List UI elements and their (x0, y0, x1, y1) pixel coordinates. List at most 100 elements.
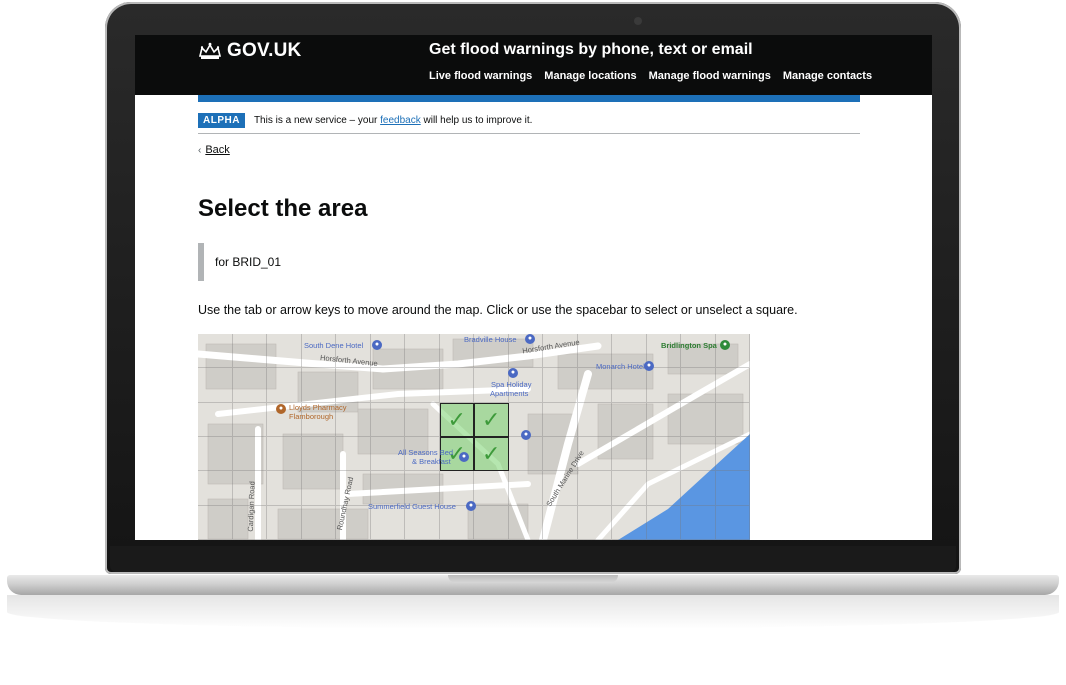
map-square[interactable] (267, 505, 302, 540)
laptop-shadow (7, 595, 1059, 629)
map-square-selected[interactable]: ✓ (474, 402, 509, 437)
map-square[interactable] (681, 402, 716, 437)
map-label-summerfield: Summerfield Guest House (368, 502, 456, 511)
map-square[interactable] (198, 368, 233, 403)
phase-text-before: This is a new service – your (253, 115, 378, 126)
map-square[interactable] (439, 368, 474, 403)
map-square[interactable] (336, 436, 371, 472)
map-square-selected[interactable]: ✓ (439, 402, 474, 437)
map-square[interactable] (681, 505, 716, 540)
map-label-all-seasons: All Seasons Bed (398, 448, 454, 457)
map-square[interactable] (198, 334, 233, 369)
map-square[interactable] (577, 368, 612, 403)
map-square[interactable] (405, 471, 440, 506)
map-square[interactable] (301, 471, 336, 506)
map-square[interactable] (681, 471, 716, 506)
map-square[interactable] (405, 334, 440, 369)
nav-manage-contacts[interactable]: Manage contacts (783, 70, 872, 82)
map-square[interactable] (577, 471, 612, 506)
hotel-icon: ● (508, 368, 518, 378)
map-square[interactable] (267, 471, 302, 506)
map-square[interactable] (232, 368, 267, 403)
map-label-flamborough: Flamborough (289, 412, 334, 421)
map-square[interactable] (508, 471, 543, 506)
map-instructions: Use the tab or arrow keys to move around… (198, 303, 798, 317)
map-square[interactable] (232, 436, 267, 472)
map-square[interactable] (646, 402, 681, 437)
map-square[interactable] (681, 436, 716, 472)
map-label-monarch-hotel: Monarch Hotel (596, 362, 645, 371)
hotel-icon: ● (644, 361, 654, 371)
phase-banner: ALPHA This is a new service – your feedb… (198, 108, 860, 134)
map-label-lloyds-pharmacy: Lloyds Pharmacy (289, 403, 347, 412)
nav-manage-flood-warnings[interactable]: Manage flood warnings (649, 70, 771, 82)
map-square[interactable] (646, 471, 681, 506)
map-square[interactable] (267, 436, 302, 472)
logo-text: GOV.UK (227, 40, 302, 61)
map-square[interactable] (715, 334, 750, 369)
map-square[interactable] (612, 368, 647, 403)
map-square[interactable] (405, 368, 440, 403)
map-label-bridlington-spa: Bridlington Spa (661, 341, 717, 350)
map-square[interactable] (301, 368, 336, 403)
map-square[interactable] (267, 368, 302, 403)
laptop-bezel (110, 546, 956, 572)
map-square[interactable] (198, 436, 233, 472)
govuk-logo[interactable]: GOV.UK (198, 40, 301, 62)
map-square[interactable] (681, 368, 716, 403)
crown-icon (198, 42, 222, 60)
map-square[interactable] (715, 505, 750, 540)
check-icon: ✓ (482, 441, 501, 467)
map-square[interactable] (646, 436, 681, 472)
service-name[interactable]: Get flood warnings by phone, text or ema… (429, 41, 753, 59)
map-square[interactable] (405, 402, 440, 437)
map-square[interactable] (232, 402, 267, 437)
map-label-apartments: Apartments (490, 389, 529, 398)
map-square[interactable] (301, 505, 336, 540)
map-square[interactable] (301, 436, 336, 472)
webcam-icon (634, 17, 642, 25)
map-square[interactable] (646, 505, 681, 540)
map-square[interactable] (370, 368, 405, 403)
laptop-base-notch (448, 575, 618, 583)
nav-live-flood-warnings[interactable]: Live flood warnings (429, 70, 532, 82)
map-square[interactable] (267, 334, 302, 369)
map-square[interactable] (508, 505, 543, 540)
map-square-selected[interactable]: ✓ (474, 436, 509, 472)
map-square[interactable] (577, 402, 612, 437)
check-icon: ✓ (447, 406, 466, 432)
map-square[interactable] (474, 471, 509, 506)
map-square[interactable] (681, 334, 716, 369)
venue-icon: ● (720, 340, 730, 350)
map-square[interactable] (612, 436, 647, 472)
map-square[interactable] (612, 505, 647, 540)
map-square[interactable] (715, 436, 750, 472)
map-square[interactable] (370, 402, 405, 437)
map-square[interactable] (543, 505, 578, 540)
inset-text: for BRID_01 (198, 243, 281, 281)
area-selection-map[interactable]: ✓ ✓ ✓ ✓ Bradville House ● South Dene Hot… (198, 334, 750, 540)
map-square[interactable] (646, 368, 681, 403)
map-square[interactable] (370, 471, 405, 506)
map-square[interactable] (508, 436, 543, 472)
hotel-icon: ● (372, 340, 382, 350)
map-square[interactable] (198, 505, 233, 540)
map-square[interactable] (474, 505, 509, 540)
map-square[interactable] (543, 402, 578, 437)
map-square[interactable] (715, 471, 750, 506)
back-link[interactable]: ‹ Back (198, 144, 230, 156)
map-square[interactable] (612, 402, 647, 437)
map-square[interactable] (577, 505, 612, 540)
hotel-icon: ● (459, 452, 469, 462)
map-square[interactable] (232, 334, 267, 369)
feedback-link[interactable]: feedback (380, 115, 421, 126)
map-square[interactable] (543, 368, 578, 403)
nav-manage-locations[interactable]: Manage locations (544, 70, 636, 82)
map-square[interactable] (715, 402, 750, 437)
map-square[interactable] (612, 471, 647, 506)
map-square[interactable] (336, 368, 371, 403)
map-square[interactable] (715, 368, 750, 403)
map-square[interactable] (198, 402, 233, 437)
map-square[interactable] (198, 471, 233, 506)
hotel-icon: ● (521, 430, 531, 440)
